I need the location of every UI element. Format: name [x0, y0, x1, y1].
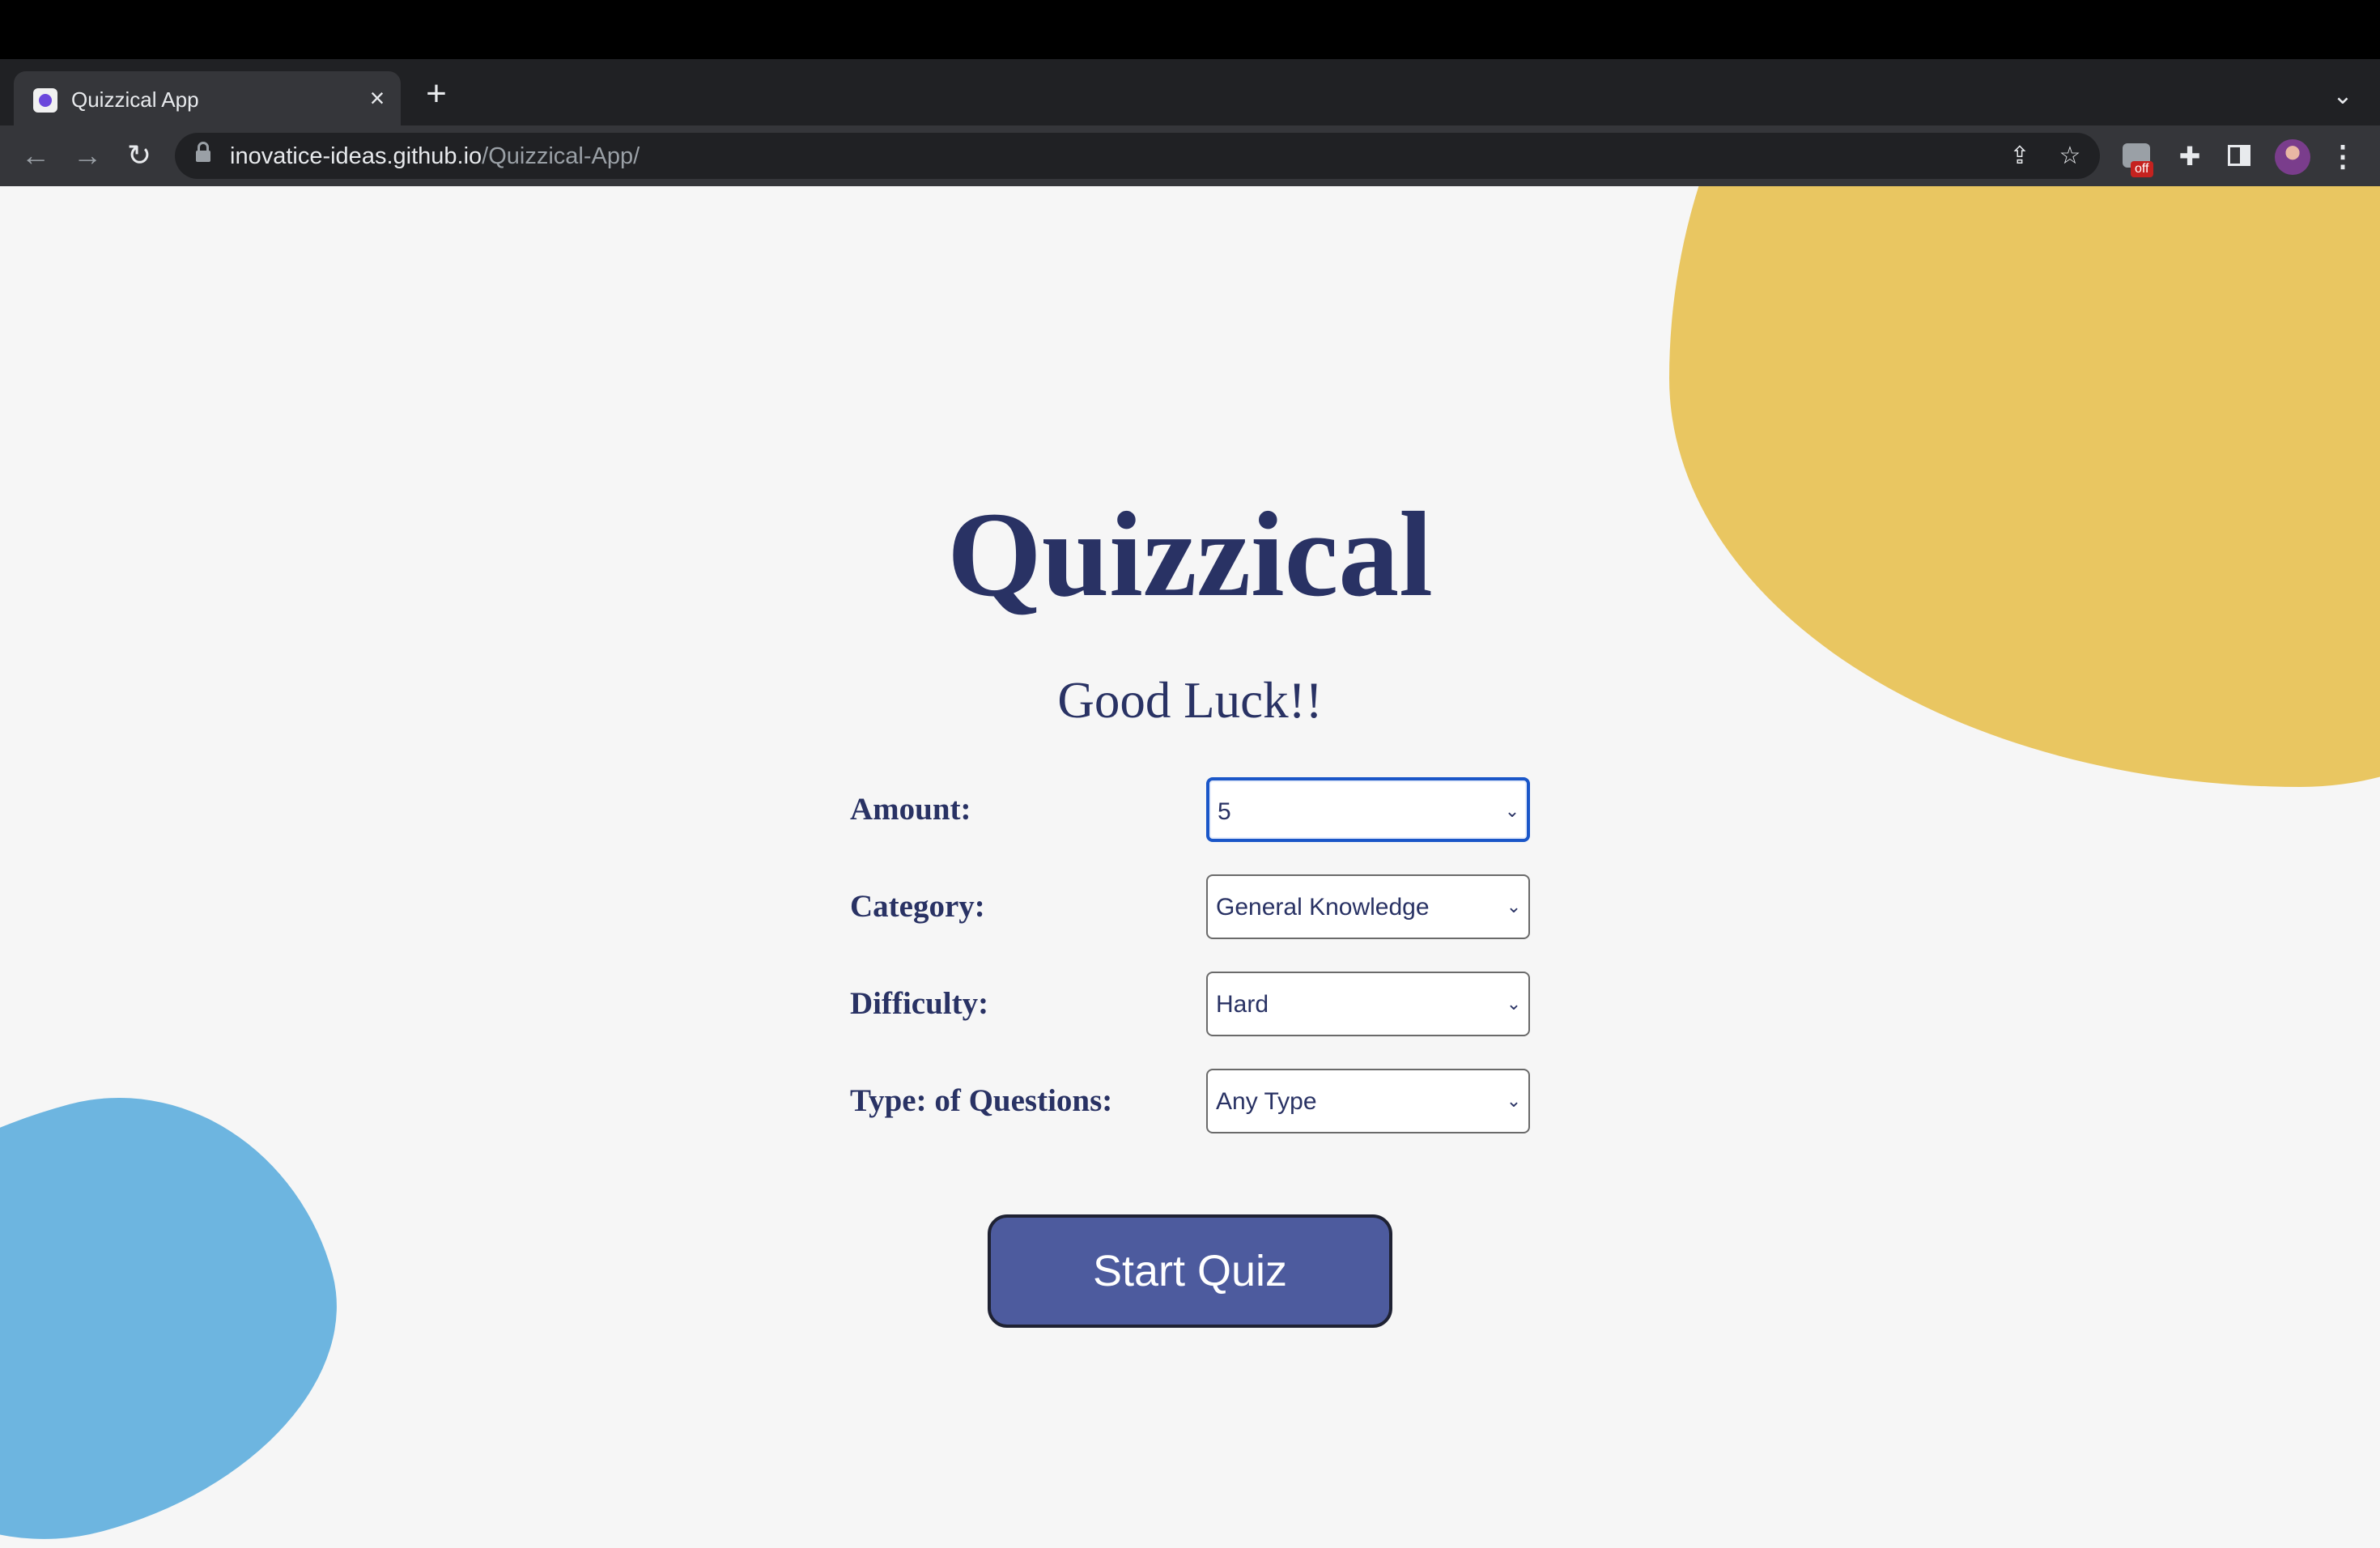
- difficulty-label: Difficulty:: [850, 986, 989, 1021]
- page-subtitle: Good Luck!!: [1057, 672, 1323, 729]
- question-type-row: Type: of Questions: Any Type ⌄: [850, 1069, 1530, 1133]
- category-value: General Knowledge: [1216, 894, 1430, 921]
- chevron-down-icon: ⌄: [1504, 801, 1520, 821]
- question-type-select[interactable]: Any Type ⌄: [1206, 1069, 1530, 1133]
- chevron-down-icon: ⌄: [1506, 1091, 1522, 1111]
- browser-tab[interactable]: Quizzical App ×: [14, 71, 401, 125]
- amount-label: Amount:: [850, 792, 971, 827]
- avatar[interactable]: [2275, 139, 2310, 175]
- chevron-down-icon: ⌄: [1506, 993, 1522, 1014]
- back-arrow-icon[interactable]: ←: [18, 138, 53, 173]
- url-text: inovatice-ideas.github.io/Quizzical-App/: [230, 141, 640, 172]
- quiz-favicon-icon: [33, 88, 57, 113]
- start-quiz-button[interactable]: Start Quiz: [988, 1214, 1392, 1328]
- chevron-down-icon[interactable]: ⌄: [2327, 80, 2359, 113]
- category-row: Category: General Knowledge ⌄: [850, 874, 1530, 939]
- difficulty-value: Hard: [1216, 991, 1269, 1018]
- forward-arrow-icon[interactable]: →: [70, 138, 105, 173]
- menu-dots-icon[interactable]: ⋮: [2327, 139, 2359, 173]
- share-icon[interactable]: ⇪: [2004, 141, 2035, 172]
- lock-icon: [196, 142, 210, 163]
- page-viewport: Quizzical Good Luck!! Amount: 5 ⌄ Catego…: [0, 186, 2380, 1548]
- amount-row: Amount: 5 ⌄: [850, 777, 1530, 842]
- amount-select[interactable]: 5 ⌄: [1206, 777, 1530, 842]
- decorative-blue-blob: [0, 1049, 382, 1548]
- browser-toolbar: ← → ↻ inovatice-ideas.github.io/Quizzica…: [0, 125, 2380, 186]
- close-icon[interactable]: ×: [362, 83, 393, 113]
- reload-icon[interactable]: ↻: [121, 138, 157, 173]
- os-top-bar: [0, 0, 2380, 59]
- side-panel-icon[interactable]: [2228, 145, 2250, 166]
- url-path: /Quizzical-App/: [482, 143, 640, 169]
- plus-icon[interactable]: +: [420, 76, 453, 112]
- address-bar[interactable]: inovatice-ideas.github.io/Quizzical-App/…: [175, 133, 2100, 179]
- difficulty-select[interactable]: Hard ⌄: [1206, 972, 1530, 1036]
- tab-title: Quizzical App: [71, 87, 199, 112]
- page-title: Quizzical: [947, 487, 1433, 622]
- question-type-value: Any Type: [1216, 1088, 1317, 1115]
- difficulty-row: Difficulty: Hard ⌄: [850, 972, 1530, 1036]
- tab-strip: Quizzical App × + ⌄: [0, 59, 2380, 125]
- url-host: inovatice-ideas.github.io: [230, 143, 482, 169]
- star-icon[interactable]: ☆: [2055, 141, 2085, 172]
- question-type-label: Type: of Questions:: [850, 1083, 1113, 1118]
- chevron-down-icon: ⌄: [1506, 896, 1522, 916]
- category-label: Category:: [850, 889, 985, 924]
- puzzle-piece-icon[interactable]: ✚: [2173, 139, 2207, 173]
- category-select[interactable]: General Knowledge ⌄: [1206, 874, 1530, 939]
- extension-badge: off: [2131, 161, 2153, 177]
- amount-value: 5: [1218, 798, 1231, 825]
